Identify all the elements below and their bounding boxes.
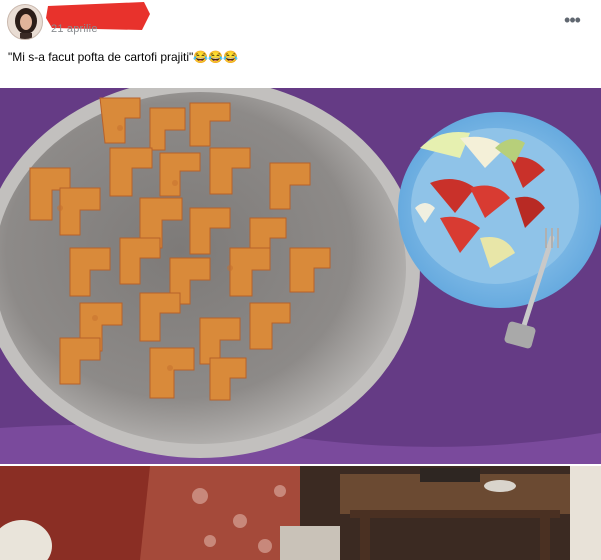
- post-date[interactable]: 21 aprilie: [51, 23, 98, 35]
- post-header: 21 aprilie •••: [0, 0, 601, 44]
- avatar[interactable]: [7, 4, 43, 40]
- post-photo-second[interactable]: [0, 466, 601, 560]
- post-photo[interactable]: [0, 88, 601, 464]
- post-caption: "Mi s-a facut pofta de cartofi prajiti"😂…: [8, 50, 238, 64]
- more-options-button[interactable]: •••: [560, 9, 584, 31]
- fries-photo-image: [0, 88, 601, 464]
- more-horizontal-icon: •••: [564, 10, 581, 30]
- caption-text: "Mi s-a facut pofta de cartofi prajiti": [8, 50, 194, 64]
- laughing-emoji-icon: 😂😂😂: [193, 50, 239, 64]
- avatar-image: [8, 5, 42, 39]
- living-room-photo-image: [0, 466, 601, 560]
